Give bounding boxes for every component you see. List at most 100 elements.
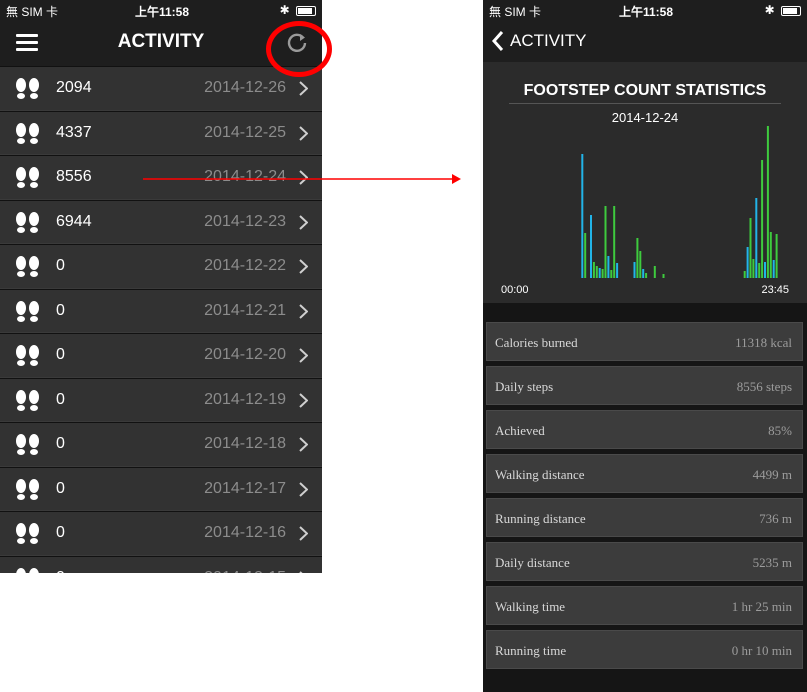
row-date: 2014-12-17 bbox=[204, 479, 286, 497]
footprints-icon bbox=[14, 345, 42, 367]
row-date: 2014-12-16 bbox=[204, 524, 286, 541]
row-steps: 2094 bbox=[56, 79, 92, 96]
back-chevron-icon[interactable] bbox=[491, 30, 505, 52]
row-steps: 0 bbox=[56, 435, 65, 452]
x-tick-end: 23:45 bbox=[761, 284, 789, 296]
activity-list: 2094 2014-12-26 4337 2014-12-25 8556 2014-12-… bbox=[0, 66, 322, 573]
row-steps: 0 bbox=[56, 569, 65, 574]
chevron-right-icon bbox=[299, 437, 309, 452]
footprints-icon bbox=[14, 300, 42, 323]
chart-plot bbox=[581, 126, 778, 278]
stat-value: 11318 kcal bbox=[735, 335, 792, 350]
step-bar bbox=[601, 269, 604, 278]
row-steps: 0 bbox=[56, 524, 65, 541]
stat-label: Running time bbox=[495, 643, 567, 658]
clock: 上午11:58 bbox=[135, 5, 190, 19]
footprints-icon bbox=[14, 122, 42, 145]
step-bar bbox=[752, 259, 755, 278]
step-bar bbox=[633, 262, 636, 278]
activity-row[interactable]: 8556 2014-12-24 bbox=[0, 155, 322, 200]
activity-row[interactable]: 0 2014-12-21 bbox=[0, 288, 322, 333]
chevron-right-icon bbox=[299, 259, 309, 274]
step-bar bbox=[749, 218, 752, 278]
step-bar bbox=[662, 274, 665, 278]
footprints-icon bbox=[14, 389, 42, 412]
footprints-icon bbox=[14, 211, 42, 234]
activity-row[interactable]: 0 2014-12-22 bbox=[0, 244, 322, 289]
step-bar bbox=[636, 238, 639, 278]
step-bar bbox=[743, 271, 746, 278]
activity-row[interactable]: 0 2014-12-19 bbox=[0, 377, 322, 422]
step-bar bbox=[607, 256, 610, 278]
chevron-right-icon bbox=[299, 392, 309, 408]
stat-label: Calories burned bbox=[495, 335, 578, 350]
stat-value: 5235 m bbox=[752, 555, 792, 570]
chevron-right-icon bbox=[299, 303, 309, 319]
row-date: 2014-12-18 bbox=[204, 435, 286, 452]
stat-label: Daily distance bbox=[495, 555, 570, 570]
footstep-chart: FOOTSTEP COUNT STATISTICS 2014-12-24 00:… bbox=[483, 62, 807, 303]
chevron-right-icon bbox=[299, 81, 309, 96]
row-steps: 0 bbox=[56, 257, 65, 274]
row-steps: 0 bbox=[56, 301, 65, 319]
step-bar bbox=[645, 273, 648, 278]
step-bar bbox=[639, 251, 642, 278]
step-bar bbox=[772, 260, 775, 278]
step-bar bbox=[604, 206, 607, 278]
row-date: 2014-12-24 bbox=[204, 168, 286, 185]
step-bar bbox=[766, 126, 769, 278]
step-bar bbox=[764, 262, 766, 278]
bluetooth-icon: ✱ bbox=[764, 3, 775, 17]
battery-icon bbox=[296, 5, 316, 16]
row-date: 2014-12-23 bbox=[204, 212, 286, 230]
row-date: 2014-12-20 bbox=[204, 346, 286, 363]
activity-row[interactable]: 0 2014-12-17 bbox=[0, 466, 322, 511]
footprints-icon bbox=[14, 567, 42, 573]
footprints-icon bbox=[14, 478, 42, 501]
step-bar bbox=[761, 160, 764, 278]
stat-row: Calories burned 11318 kcal bbox=[486, 322, 803, 361]
footprints-icon bbox=[14, 167, 42, 189]
step-bar bbox=[610, 270, 613, 278]
row-steps: 4337 bbox=[56, 123, 92, 141]
stat-row: Achieved 85% bbox=[486, 410, 803, 449]
nav-bar: ACTIVITY bbox=[483, 22, 807, 64]
activity-row[interactable]: 0 2014-12-20 bbox=[0, 333, 322, 378]
row-steps: 0 bbox=[56, 346, 65, 363]
chevron-right-icon bbox=[299, 214, 309, 230]
carrier-label: 無 SIM 卡 bbox=[489, 5, 542, 19]
footprints-icon bbox=[14, 434, 42, 456]
chevron-right-icon bbox=[299, 570, 308, 573]
status-icons: ✱ bbox=[280, 3, 316, 17]
row-date: 2014-12-21 bbox=[204, 301, 286, 319]
stat-value: 4499 m bbox=[752, 467, 792, 482]
carrier-label: 無 SIM 卡 bbox=[6, 5, 59, 19]
stats-list: Calories burned 11318 kcal Daily steps 8556… bbox=[483, 322, 807, 674]
step-bar bbox=[746, 247, 749, 278]
row-steps: 0 bbox=[56, 390, 65, 408]
footprints-icon bbox=[14, 78, 42, 100]
step-bar bbox=[584, 233, 587, 278]
refresh-highlight-circle bbox=[266, 21, 332, 77]
stat-label: Achieved bbox=[495, 423, 545, 438]
activity-row[interactable]: 0 2014-12-18 bbox=[0, 422, 322, 467]
row-date: 2014-12-22 bbox=[204, 257, 286, 274]
stat-row: Walking distance 4499 m bbox=[486, 454, 803, 493]
activity-row[interactable]: 4337 2014-12-25 bbox=[0, 110, 322, 155]
activity-row[interactable]: 0 2014-12-15 bbox=[0, 555, 322, 574]
back-button[interactable]: ACTIVITY bbox=[510, 31, 587, 51]
chevron-right-icon bbox=[299, 481, 309, 497]
stat-row: Running time 0 hr 10 min bbox=[486, 630, 803, 669]
row-steps: 0 bbox=[56, 479, 65, 497]
x-tick-start: 00:00 bbox=[501, 284, 529, 296]
stat-label: Running distance bbox=[495, 511, 586, 526]
step-bar bbox=[581, 154, 584, 278]
step-bar bbox=[642, 269, 645, 278]
activity-row[interactable]: 6944 2014-12-23 bbox=[0, 199, 322, 244]
row-steps: 6944 bbox=[56, 212, 92, 230]
activity-row[interactable]: 2094 2014-12-26 bbox=[0, 66, 322, 111]
step-bar bbox=[613, 206, 616, 278]
chevron-right-icon bbox=[299, 170, 309, 185]
status-bar: 無 SIM 卡 上午11:58 ✱ bbox=[0, 0, 322, 22]
activity-row[interactable]: 0 2014-12-16 bbox=[0, 511, 322, 556]
